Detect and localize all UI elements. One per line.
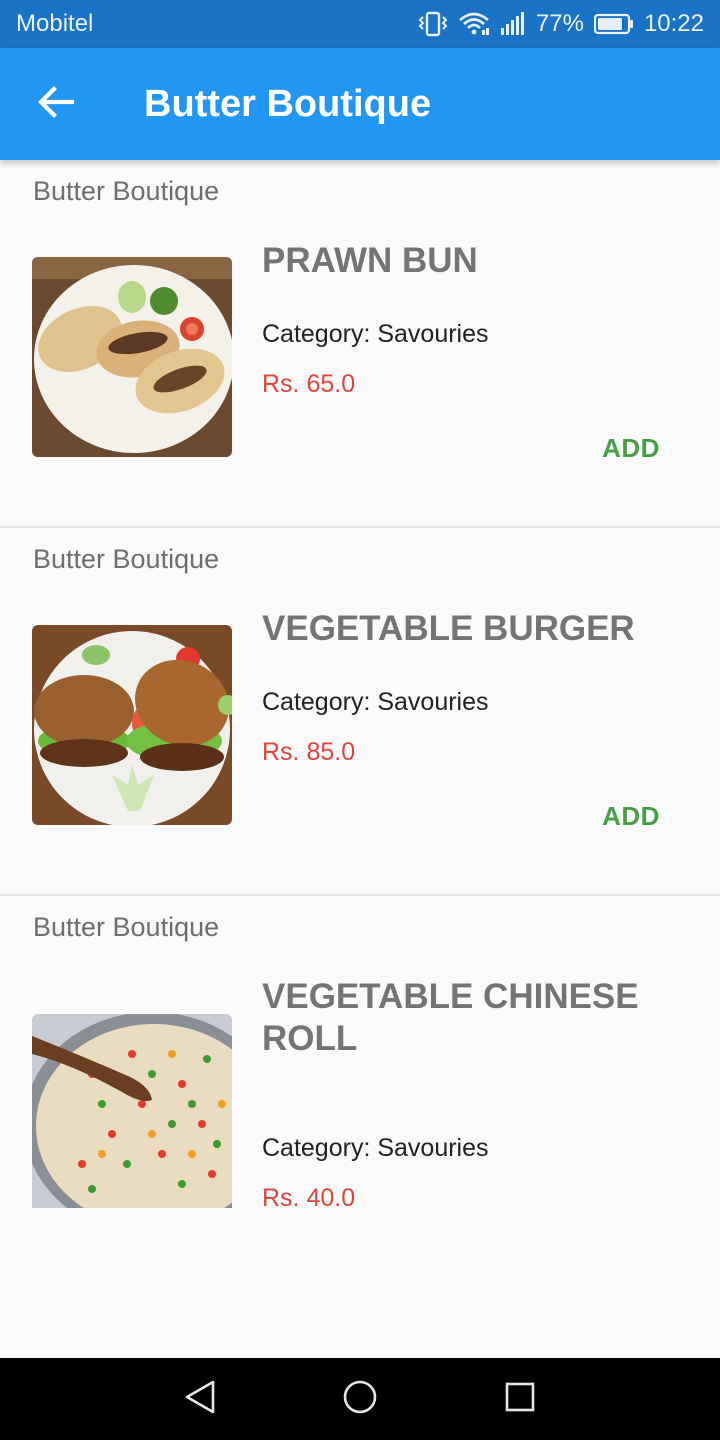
product-name: VEGETABLE BURGER	[262, 609, 635, 648]
product-category: Category: Savouries	[262, 1134, 489, 1162]
restaurant-name: Butter Boutique	[33, 544, 220, 574]
product-name: VEGETABLE CHINESE ROLL	[262, 977, 639, 1058]
back-button[interactable]	[16, 64, 96, 144]
product-list[interactable]: Butter Boutique PRAWN BUN Category: Savo…	[0, 160, 720, 1336]
system-nav-bar	[0, 1358, 720, 1440]
product-card-vegetable-burger[interactable]: Butter Boutique VEGETABLE BURGER Categor…	[0, 528, 720, 896]
product-image-prawn-bun	[32, 257, 232, 457]
product-price: Rs. 85.0	[262, 738, 356, 766]
page-title: Butter Boutique	[144, 82, 432, 125]
product-image-vegetable-chinese-roll	[32, 1014, 232, 1208]
nav-recents-button[interactable]	[480, 1358, 560, 1440]
arrow-left-icon	[36, 82, 76, 127]
add-button[interactable]: ADD	[586, 792, 676, 840]
product-category: Category: Savouries	[262, 320, 489, 348]
signal-icon	[500, 12, 526, 36]
nav-back-button[interactable]	[160, 1358, 240, 1440]
add-button[interactable]: ADD	[586, 424, 676, 472]
product-price: Rs. 40.0	[262, 1184, 356, 1212]
clock: 10:22	[643, 10, 704, 37]
product-category: Category: Savouries	[262, 688, 489, 716]
product-card-vegetable-chinese-roll[interactable]: Butter Boutique VEGETABLE CHINESE ROLL C…	[0, 896, 720, 1336]
back-triangle-icon	[183, 1379, 217, 1420]
nav-home-button[interactable]	[320, 1358, 400, 1440]
battery-icon	[593, 13, 634, 35]
restaurant-name: Butter Boutique	[33, 912, 220, 942]
restaurant-name: Butter Boutique	[33, 176, 220, 206]
battery-percent: 77%	[535, 10, 584, 37]
status-icons: 77% 10:22	[418, 10, 704, 38]
recents-square-icon	[504, 1381, 536, 1418]
status-bar: Mobitel 77% 10:22	[0, 0, 720, 48]
home-circle-icon	[342, 1379, 378, 1420]
carrier-label: Mobitel	[16, 10, 94, 37]
wifi-icon	[458, 11, 490, 37]
vibrate-icon	[418, 11, 448, 37]
product-image-vegetable-burger	[32, 625, 232, 825]
product-price: Rs. 65.0	[262, 370, 356, 398]
app-bar: Butter Boutique	[0, 48, 720, 160]
product-card-prawn-bun[interactable]: Butter Boutique PRAWN BUN Category: Savo…	[0, 160, 720, 528]
product-name: PRAWN BUN	[262, 241, 478, 280]
